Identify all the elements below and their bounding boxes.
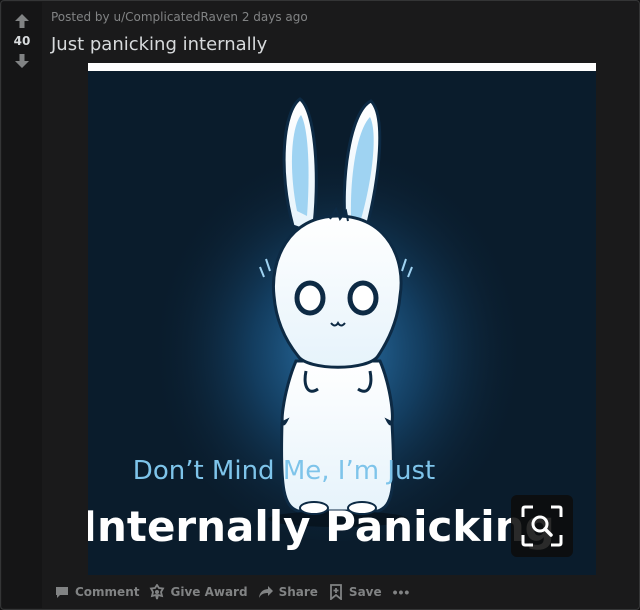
comment-button[interactable]: Comment xyxy=(49,581,144,603)
downvote-icon xyxy=(15,54,29,68)
more-options-button[interactable]: ••• xyxy=(387,584,417,600)
share-button[interactable]: Share xyxy=(253,581,323,603)
vote-rail: 40 xyxy=(2,2,42,608)
post-card[interactable]: 40 Posted by u/ComplicatedRaven 2 days a… xyxy=(0,0,640,610)
image-top-border xyxy=(88,63,596,71)
share-icon xyxy=(258,586,273,598)
post-title[interactable]: Just panicking internally xyxy=(51,34,267,55)
caption-line-1: Don’t Mind Me, I’m Just xyxy=(133,456,435,486)
zoom-search-icon xyxy=(521,505,563,547)
author-link[interactable]: u/ComplicatedRaven xyxy=(113,10,238,24)
upvote-icon xyxy=(15,14,29,28)
award-icon xyxy=(150,584,165,600)
meta-prefix: Posted by xyxy=(51,10,114,24)
comment-label: Comment xyxy=(75,585,140,599)
downvote-button[interactable] xyxy=(10,50,34,72)
post-action-bar: Comment Give Award Share Save ••• xyxy=(49,581,416,603)
vote-count: 40 xyxy=(13,34,31,48)
save-button[interactable]: Save xyxy=(323,581,387,603)
share-label: Share xyxy=(278,585,318,599)
give-award-button[interactable]: Give Award xyxy=(144,581,252,603)
caption-line-2: Internally Panicking xyxy=(88,502,555,551)
save-label: Save xyxy=(348,585,382,599)
comment-icon xyxy=(56,587,68,598)
save-icon xyxy=(330,584,342,600)
post-meta: Posted by u/ComplicatedRaven 2 days ago xyxy=(51,10,308,24)
post-timestamp[interactable]: 2 days ago xyxy=(242,10,308,24)
give-award-label: Give Award xyxy=(170,585,248,599)
upvote-button[interactable] xyxy=(10,10,34,32)
more-icon: ••• xyxy=(392,584,411,600)
expand-image-button[interactable] xyxy=(511,495,573,557)
